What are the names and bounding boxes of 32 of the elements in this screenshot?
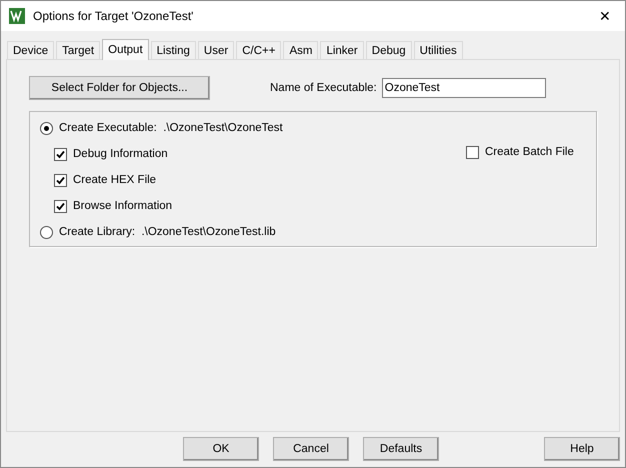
tab[interactable]: Debug <box>366 41 412 59</box>
tab[interactable]: Listing <box>150 41 196 59</box>
checkbox[interactable] <box>466 146 479 158</box>
dialog-button[interactable]: Defaults <box>363 437 439 461</box>
tab[interactable]: Asm <box>283 41 318 59</box>
checkbox[interactable] <box>54 148 67 160</box>
close-button[interactable]: ✕ <box>585 1 625 31</box>
checkbox-label: Browse Information <box>73 200 172 212</box>
radio-label: Create Library: .\OzoneTest\OzoneTest.lib <box>59 226 276 238</box>
radio-label: Create Executable: .\OzoneTest\OzoneTest <box>59 122 283 134</box>
tab[interactable]: Utilities <box>414 41 463 59</box>
dialog-button[interactable]: OK <box>183 437 259 461</box>
radio-button[interactable] <box>40 226 53 238</box>
app-icon <box>9 8 25 24</box>
help-button[interactable]: Help <box>544 437 620 461</box>
checkbox[interactable] <box>54 200 67 212</box>
checkbox-label: Create HEX File <box>73 174 156 186</box>
tab[interactable]: Linker <box>320 41 364 59</box>
tab[interactable]: Target <box>56 41 100 59</box>
tab[interactable]: Device <box>7 41 54 59</box>
dialog-button[interactable]: Cancel <box>273 437 349 461</box>
select-folder-button[interactable]: Select Folder for Objects... <box>29 76 210 100</box>
executable-name-field[interactable]: OzoneTest <box>382 78 546 98</box>
field-label: Name of Executable: <box>270 82 377 94</box>
checkbox[interactable] <box>54 174 67 186</box>
tab[interactable]: C/C++ <box>236 41 282 59</box>
tab[interactable]: Output <box>102 39 149 60</box>
checkbox-label: Debug Information <box>73 148 168 160</box>
checkbox-label: Create Batch File <box>485 146 574 158</box>
tab[interactable]: User <box>198 41 234 59</box>
radio-button[interactable] <box>40 122 53 134</box>
window-title: Options for Target 'OzoneTest' <box>33 9 194 23</box>
